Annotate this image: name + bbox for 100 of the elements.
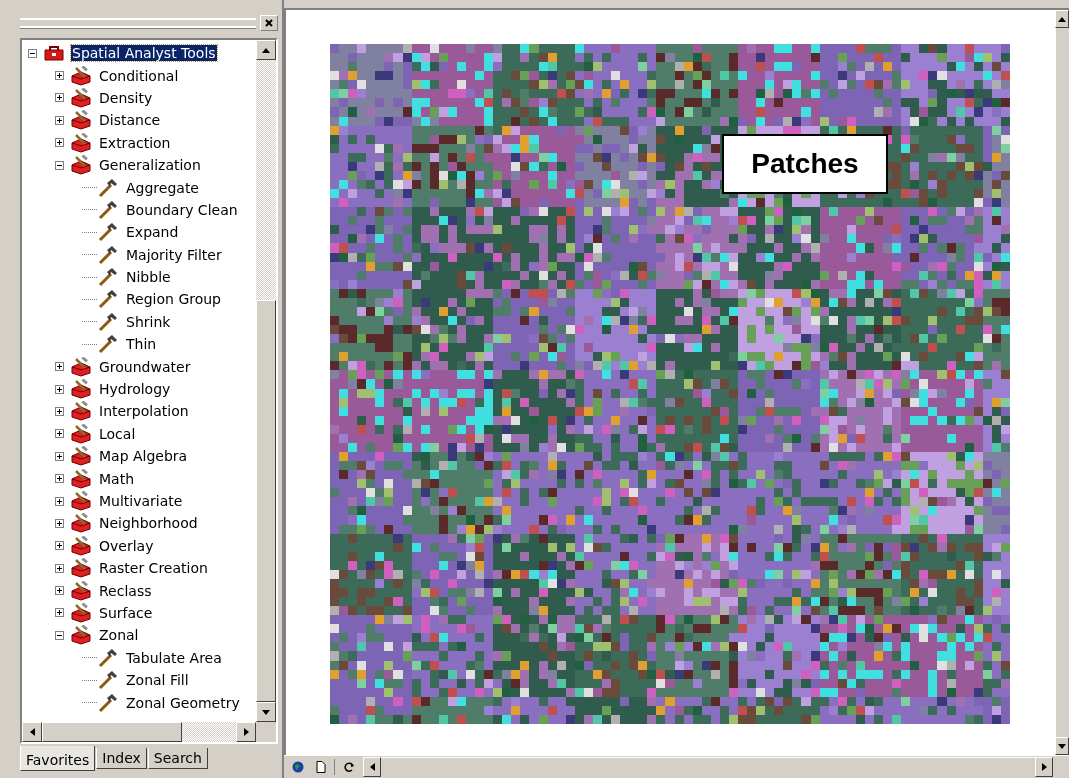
tab[interactable]: Favorites [20,746,96,771]
expand-icon[interactable] [55,586,64,596]
expand-icon[interactable] [55,115,64,125]
toolset-icon [70,446,92,467]
hammer-icon [97,222,119,243]
hammer-icon [97,670,119,691]
scrollbar-corner [256,722,276,742]
hammer-icon [97,244,119,265]
toolset-icon [70,356,92,377]
tree-item[interactable]: Surface [98,604,154,621]
left-arrow-icon [369,763,375,771]
map-label: Patches [722,134,888,194]
tree-item[interactable]: Distance [98,112,162,129]
expand-icon[interactable] [55,518,64,528]
toolset-icon [70,423,92,444]
tree-item[interactable]: Zonal Geometry [125,694,241,711]
right-arrow-icon [243,728,249,736]
tree-item[interactable]: Generalization [98,157,202,174]
toolset-icon [70,155,92,176]
down-arrow-icon [262,709,270,715]
down-arrow-icon [1058,743,1066,749]
scroll-down-button[interactable] [1055,737,1069,755]
hammer-icon [97,199,119,220]
tree-item[interactable]: Density [98,89,154,106]
expand-icon[interactable] [55,384,64,394]
vertical-scrollbar[interactable] [256,40,276,722]
scroll-right-button[interactable] [236,722,256,742]
scroll-up-button[interactable] [1055,10,1069,28]
toolset-icon [70,580,92,601]
expand-icon[interactable] [55,474,64,484]
horizontal-scrollbar[interactable] [22,722,276,742]
expand-icon[interactable] [55,429,64,439]
up-arrow-icon [262,47,270,53]
toolset-icon [70,468,92,489]
toolset-icon [70,558,92,579]
close-button[interactable] [260,15,278,31]
scroll-down-button[interactable] [256,702,276,722]
expand-icon[interactable] [55,496,64,506]
tree-item[interactable]: Overlay [98,537,155,554]
expand-icon[interactable] [55,93,64,103]
tree-item[interactable]: Map Algebra [98,448,189,465]
tree-item[interactable]: Extraction [98,134,172,151]
tree-item[interactable]: Spatial Analyst Tools [71,45,217,62]
tree-item[interactable]: Hydrology [98,381,172,398]
tree-item[interactable]: Aggregate [125,179,200,196]
close-icon [265,19,273,27]
scroll-left-button[interactable] [363,757,381,777]
tree-item[interactable]: Groundwater [98,358,192,375]
hammer-icon [97,311,119,332]
scroll-right-button[interactable] [1035,757,1053,777]
globe-icon[interactable] [292,761,304,773]
tree-item[interactable]: Reclass [98,582,153,599]
tree-item[interactable]: Local [98,425,137,442]
tree-item[interactable]: Tabulate Area [125,649,223,666]
expand-icon[interactable] [55,362,64,372]
tree-item[interactable]: Zonal Fill [125,672,190,689]
tree-item[interactable]: Nibble [125,269,172,286]
toolset-icon [70,65,92,86]
toolset-icon [70,87,92,108]
expand-icon[interactable] [55,138,64,148]
up-arrow-icon [1058,16,1066,22]
tree-item[interactable]: Region Group [125,291,222,308]
tree-item[interactable]: Zonal [98,627,140,644]
hammer-icon [97,289,119,310]
hammer-icon [97,177,119,198]
tree-item[interactable]: Majority Filter [125,246,223,263]
tab[interactable]: Index [96,748,147,769]
scroll-thumb[interactable] [42,722,182,742]
refresh-icon[interactable] [343,761,355,773]
toolset-icon [70,401,92,422]
expand-icon[interactable] [55,451,64,461]
toolset-icon [70,625,92,646]
tree-item[interactable]: Neighborhood [98,515,199,532]
expand-icon[interactable] [55,71,64,81]
tree-item[interactable]: Shrink [125,313,172,330]
expand-icon[interactable] [55,563,64,573]
scroll-thumb[interactable] [256,300,276,702]
tree-item[interactable]: Math [98,470,136,487]
toolset-icon [70,379,92,400]
expand-icon[interactable] [55,406,64,416]
tree-item[interactable]: Expand [125,224,180,241]
tree-item[interactable]: Conditional [98,67,180,84]
tree-item[interactable]: Boundary Clean [125,201,239,218]
expand-icon[interactable] [55,608,64,618]
hammer-icon [97,647,119,668]
tab[interactable]: Search [147,748,208,769]
panel-gripper[interactable] [20,18,256,28]
scroll-up-button[interactable] [256,40,276,60]
collapse-icon[interactable] [55,160,64,170]
tree-item[interactable]: Interpolation [98,403,190,420]
tree-item[interactable]: Multivariate [98,493,184,509]
tree-item[interactable]: Raster Creation [98,560,209,577]
page-icon[interactable] [316,761,326,773]
tree-item[interactable]: Thin [125,336,158,353]
expand-icon[interactable] [55,541,64,551]
toolbox-icon [43,44,65,63]
collapse-icon[interactable] [55,630,64,640]
toolset-icon [70,132,92,153]
collapse-icon[interactable] [28,48,37,58]
scroll-left-button[interactable] [22,722,42,742]
